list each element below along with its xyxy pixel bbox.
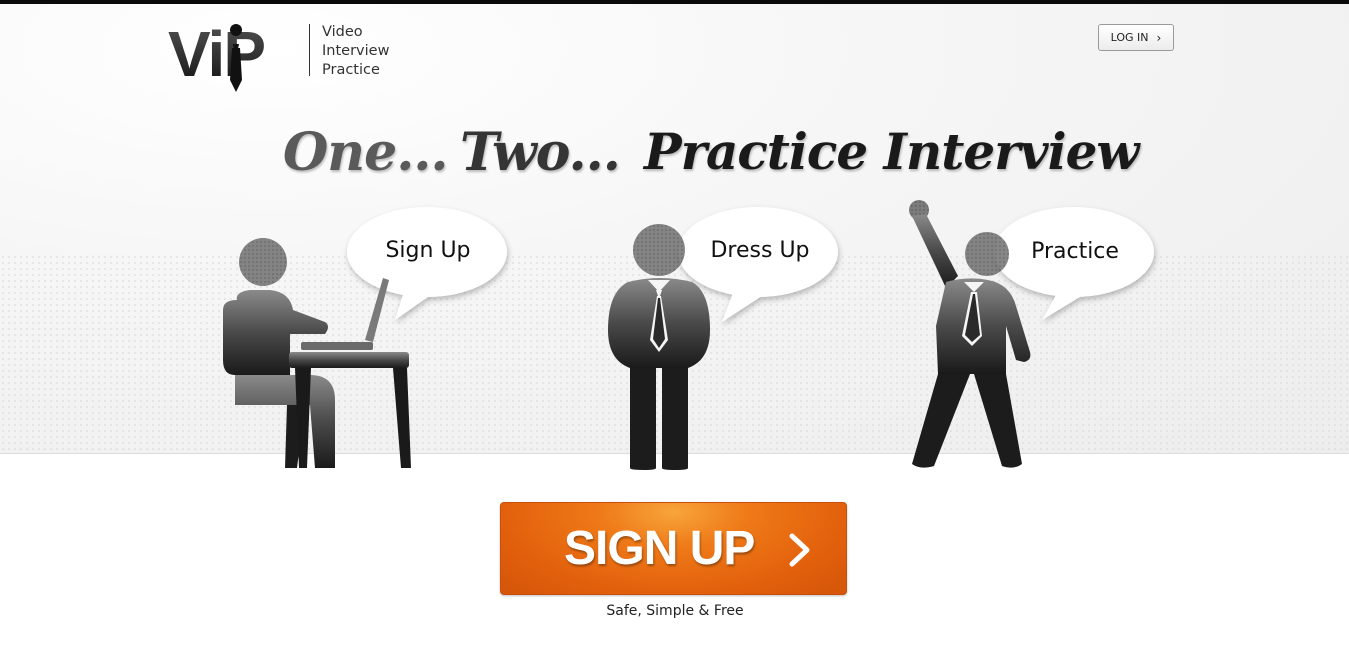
- sign-up-button[interactable]: SIGN UP: [500, 502, 847, 595]
- login-button[interactable]: LOG IN ›: [1098, 24, 1174, 51]
- headline-word-one: One...: [283, 122, 448, 183]
- login-label: LOG IN: [1110, 31, 1149, 44]
- logo-line-1: Video: [322, 24, 363, 40]
- sign-up-tagline: Safe, Simple & Free: [606, 603, 744, 619]
- vip-logo-mark: ViP: [168, 18, 266, 92]
- step-label-practice: Practice: [1031, 239, 1119, 264]
- step-label-sign-up: Sign Up: [385, 238, 471, 263]
- logo-divider: [309, 24, 310, 76]
- logo[interactable]: ViP Video Interview Practice: [168, 18, 408, 98]
- logo-line-2: Interview: [322, 43, 390, 59]
- person-cheering-icon: [909, 200, 1154, 468]
- headline-word-two: Two...: [460, 122, 621, 183]
- chevron-right-icon: [789, 533, 810, 567]
- headline-word-practice: Practice Interview: [644, 122, 1139, 181]
- chevron-right-icon: ›: [1156, 30, 1162, 45]
- step-label-dress-up: Dress Up: [710, 238, 810, 263]
- logo-mark-text: ViP: [168, 18, 264, 90]
- logo-line-3: Practice: [322, 62, 380, 78]
- headline: One... Two... Practice Interview: [0, 122, 1349, 192]
- logo-tagline: Video Interview Practice: [322, 23, 389, 80]
- sign-up-label: SIGN UP: [564, 522, 755, 575]
